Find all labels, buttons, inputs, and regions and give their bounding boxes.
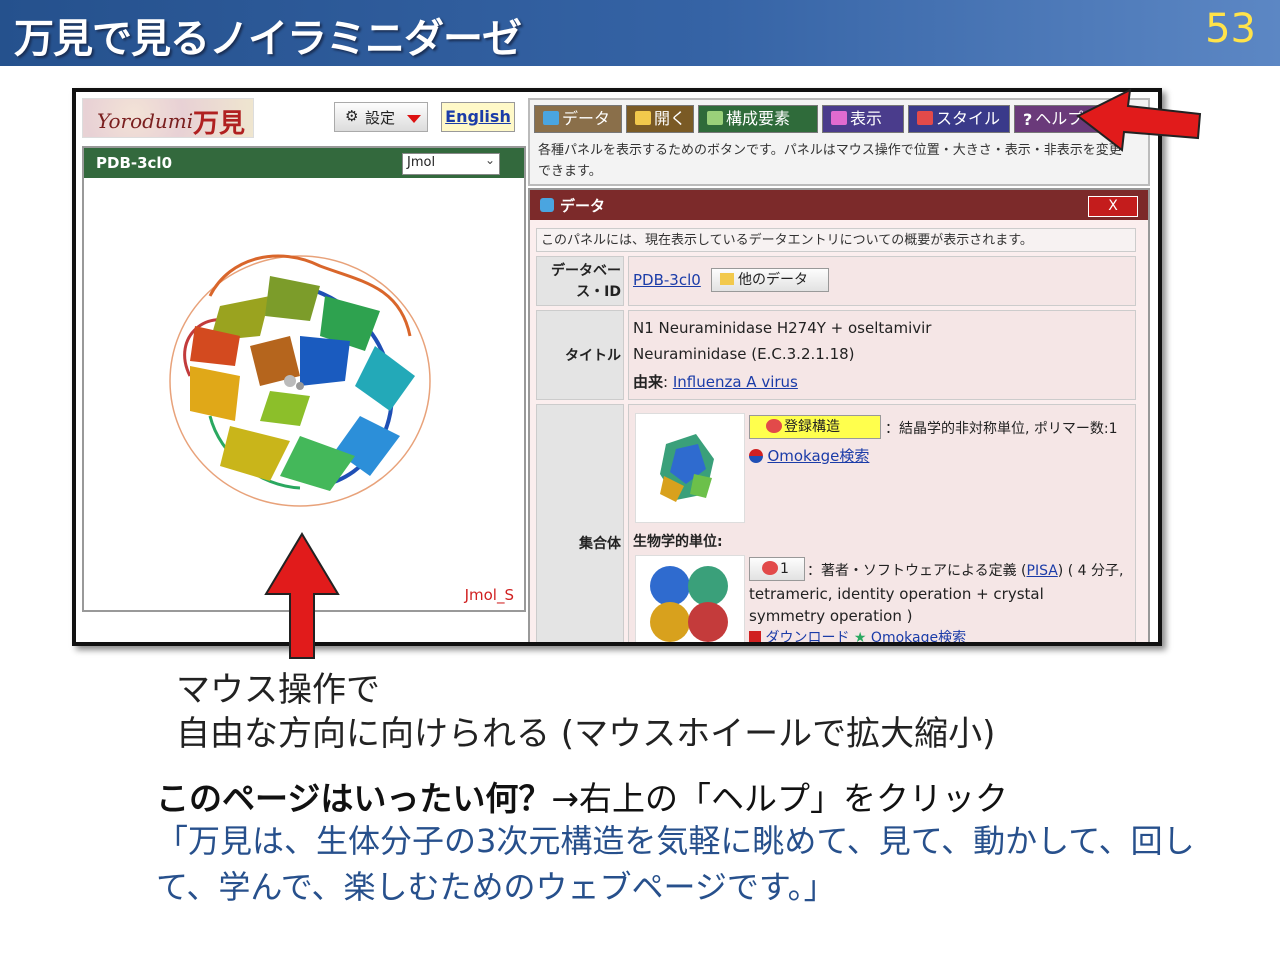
- caption-line-2: 自由な方向に向けられる (マウスホイールで拡大縮小): [176, 714, 996, 754]
- bio-unit-thumbnail[interactable]: [635, 555, 745, 642]
- settings-label: 設定: [365, 109, 396, 127]
- title-header-text: タイトル: [565, 348, 621, 364]
- data-panel-description: このパネルには、現在表示しているデータエントリについての概要が表示されます。: [536, 228, 1136, 252]
- bio-unit-line-2: tetrameric, identity operation + crystal: [749, 585, 1044, 603]
- question-rest: →右上の「ヘルプ」をクリック: [551, 779, 1008, 818]
- components-button-label: 構成要素: [726, 109, 791, 128]
- yorodumi-logo[interactable]: Yorodumi 万見: [82, 98, 254, 139]
- data-panel[interactable]: データ X このパネルには、現在表示しているデータエントリについての概要が表示さ…: [528, 188, 1150, 646]
- caption-line-1: マウス操作で: [176, 670, 380, 710]
- other-data-button[interactable]: 他のデータ: [711, 268, 829, 292]
- omokage-icon: [749, 449, 763, 463]
- bio-unit-line-3: symmetry operation ): [749, 607, 913, 625]
- slide-title-bar: 万見で見るノイラミニダーゼ 53: [0, 0, 1280, 66]
- arrow-to-viewer-icon: [264, 532, 340, 659]
- db-id-link[interactable]: PDB-3cl0: [633, 271, 701, 289]
- star-icon: ★: [853, 630, 867, 646]
- display-button-label: 表示: [850, 109, 883, 128]
- question-bold: このページはいったい何？: [156, 779, 552, 818]
- protein-structure-image[interactable]: [150, 226, 450, 526]
- toolbar-description: 各種パネルを表示するためのボタンです。パネルはマウス操作で位置・大きさ・表示・非…: [538, 143, 1122, 179]
- viewer-footer-label: Jmol_S: [464, 586, 514, 604]
- db-id-cell: PDB-3cl0 他のデータ: [628, 256, 1136, 306]
- bio-unit-image: [650, 566, 728, 642]
- logo-text-jp: 万見: [193, 109, 246, 139]
- structure-icon: [766, 419, 782, 433]
- title-cell: N1 Neuraminidase H274Y + oseltamivir Neu…: [628, 310, 1136, 400]
- title-line-1: N1 Neuraminidase H274Y + oseltamivir: [633, 319, 932, 337]
- gear-icon: ⚙: [345, 107, 359, 125]
- assembly-header: 集合体: [536, 404, 624, 642]
- answer-text: 「万見は、生体分子の3次元構造を気軽に眺めて、見て、動かして、回して、学んで、楽…: [156, 822, 1195, 906]
- components-icon: [707, 111, 723, 125]
- display-toolbar-button[interactable]: 表示: [822, 105, 904, 133]
- other-data-label: 他のデータ: [738, 272, 808, 288]
- bio-unit-number: 1: [780, 561, 789, 577]
- style-icon: [917, 111, 933, 125]
- assembly-cell: 登録構造 ：結晶学的非対称単位, ポリマー数:1 Omokage検索 生物学的単…: [628, 404, 1136, 646]
- data-panel-header[interactable]: データ X: [530, 190, 1148, 220]
- registered-structure-button[interactable]: 登録構造: [749, 415, 881, 439]
- logo-text-en: Yorodumi: [97, 109, 194, 133]
- screenshot-frame: Yorodumi 万見 ⚙ 設定 English PDB-3cl0 Jmol ⌄: [72, 88, 1162, 646]
- assembly-header-text: 集合体: [579, 536, 621, 552]
- style-button-label: スタイル: [936, 109, 1001, 128]
- slide-title: 万見で見るノイラミニダーゼ: [14, 16, 522, 62]
- open-toolbar-button[interactable]: 開く: [626, 105, 694, 133]
- bio-unit-line-1: ：著者・ソフトウェアによる定義 (PISA) ( 4 分子,: [807, 560, 1123, 580]
- viewer-header: PDB-3cl0 Jmol ⌄: [84, 148, 524, 178]
- question-line: このページはいったい何？→右上の「ヘルプ」をクリック: [156, 772, 1008, 820]
- panel-toolbar: データ 開く 構成要素 表示 スタイル ? ヘルプ 各種パネルを表示するためのボタ…: [528, 98, 1150, 186]
- db-id-header: データベース・ID: [536, 256, 624, 306]
- data-panel-title: データ: [560, 197, 606, 215]
- folder-icon: [635, 111, 651, 125]
- title-header: タイトル: [536, 310, 624, 400]
- arrow-to-help-icon: [1076, 88, 1202, 152]
- settings-button[interactable]: ⚙ 設定: [334, 102, 428, 132]
- chevron-down-icon: ⌄: [484, 153, 495, 167]
- english-button[interactable]: English: [441, 102, 515, 132]
- omokage-label-1: Omokage検索: [767, 447, 870, 465]
- omokage-link-2[interactable]: Omokage検索: [871, 630, 966, 642]
- style-toolbar-button[interactable]: スタイル: [908, 105, 1010, 133]
- data-toolbar-button[interactable]: データ: [534, 105, 622, 133]
- bio-unit-label: 生物学的単位:: [633, 534, 723, 550]
- renderer-select-value: Jmol: [407, 155, 436, 170]
- folder-open-icon: [720, 273, 734, 285]
- database-icon: [543, 111, 559, 125]
- open-button-label: 開く: [654, 109, 687, 128]
- page-number: 53: [1205, 6, 1256, 52]
- source-label: 由来: [633, 373, 664, 391]
- download-icon: [749, 631, 761, 642]
- title-line-2: Neuraminidase (E.C.3.2.1.18): [633, 345, 855, 363]
- db-id-header-text: データベース・ID: [551, 263, 621, 300]
- asymmetric-unit-thumbnail[interactable]: [635, 413, 745, 523]
- bio-unit-icon: [762, 561, 778, 575]
- bio-unit-1-button[interactable]: 1: [749, 557, 805, 581]
- bio-unit-text-pre: ：著者・ソフトウェアによる定義 (: [807, 563, 1027, 579]
- pisa-link[interactable]: PISA: [1027, 563, 1058, 579]
- close-panel-button[interactable]: X: [1088, 196, 1138, 217]
- registered-structure-label: 登録構造: [784, 419, 840, 435]
- display-icon: [831, 111, 847, 125]
- omokage-search-link-1[interactable]: Omokage検索: [749, 445, 869, 466]
- source-link[interactable]: Influenza A virus: [673, 373, 798, 391]
- asymmetric-unit-image: [660, 434, 714, 502]
- database-icon: [540, 198, 554, 212]
- bio-unit-text-post: ) ( 4 分子,: [1057, 563, 1124, 579]
- source-line: 由来: Influenza A virus: [633, 373, 798, 391]
- components-toolbar-button[interactable]: 構成要素: [698, 105, 818, 133]
- question-icon: ?: [1023, 107, 1033, 129]
- renderer-select[interactable]: Jmol ⌄: [402, 153, 500, 175]
- dropdown-triangle-icon: [407, 115, 421, 123]
- viewer-title: PDB-3cl0: [96, 154, 173, 172]
- data-button-label: データ: [562, 109, 611, 128]
- registered-structure-text: ：結晶学的非対称単位, ポリマー数:1: [885, 421, 1118, 437]
- bio-unit-actions: ダウンロード ★ Omokage検索: [749, 627, 966, 646]
- download-link[interactable]: ダウンロード: [765, 630, 849, 642]
